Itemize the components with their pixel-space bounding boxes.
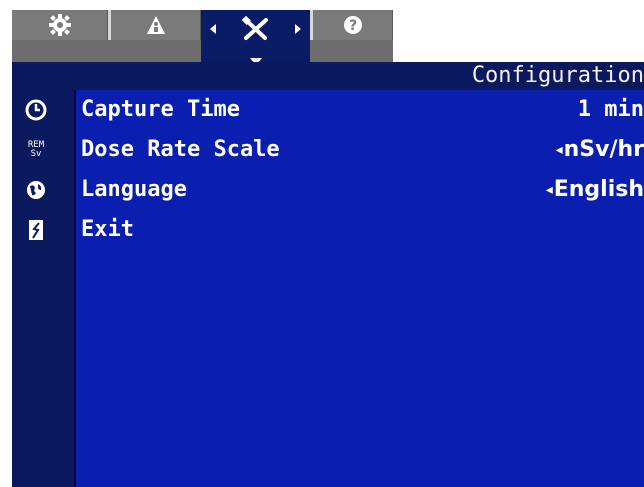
- chevron-left-icon[interactable]: ◂: [556, 130, 563, 170]
- alert-person-icon: [145, 14, 167, 36]
- globe-icon: [24, 178, 48, 202]
- device-screen: ? Configuration REM Sv Capture Time 1 mi…: [0, 0, 644, 487]
- sidebar: REM Sv: [12, 90, 76, 487]
- tab-settings[interactable]: [12, 10, 108, 40]
- exit-door-icon: [24, 218, 48, 242]
- capture-time-value: 1 min: [577, 97, 644, 122]
- rem-sv-icon: REM Sv: [24, 138, 48, 162]
- menu-item-label: Dose Rate Scale: [81, 137, 280, 162]
- tab-help[interactable]: ?: [313, 10, 393, 40]
- tab-bar-empty-area: [393, 10, 644, 62]
- clock-icon: [24, 98, 48, 122]
- language-selector[interactable]: ◂English: [546, 170, 644, 210]
- menu-item-language[interactable]: Language ◂English: [76, 170, 644, 210]
- tab-next-arrow-icon[interactable]: [295, 24, 301, 34]
- tab-tools[interactable]: [201, 10, 310, 65]
- title-bar: Configuration: [12, 62, 644, 90]
- page-title: Configuration: [471, 63, 644, 88]
- tab-alerts[interactable]: [111, 10, 201, 40]
- menu-item-label: Capture Time: [81, 97, 240, 122]
- config-panel: Capture Time 1 min Dose Rate Scale ◂nSv/…: [76, 90, 644, 487]
- svg-text:?: ?: [348, 18, 356, 34]
- menu-item-label: Exit: [81, 217, 134, 242]
- dose-rate-scale-selector[interactable]: ◂nSv/hr: [556, 130, 644, 170]
- tab-prev-arrow-icon[interactable]: [210, 24, 216, 34]
- help-icon: ?: [342, 14, 364, 36]
- menu-item-exit[interactable]: Exit: [76, 210, 644, 250]
- menu-item-dose-rate-scale[interactable]: Dose Rate Scale ◂nSv/hr: [76, 130, 644, 170]
- menu-item-label: Language: [81, 177, 187, 202]
- menu-item-capture-time[interactable]: Capture Time 1 min: [76, 90, 644, 130]
- tools-icon: [241, 16, 271, 42]
- gear-icon: [48, 14, 71, 36]
- tab-bar: ?: [12, 10, 644, 65]
- sv-label: Sv: [30, 149, 42, 159]
- chevron-left-icon[interactable]: ◂: [546, 170, 553, 210]
